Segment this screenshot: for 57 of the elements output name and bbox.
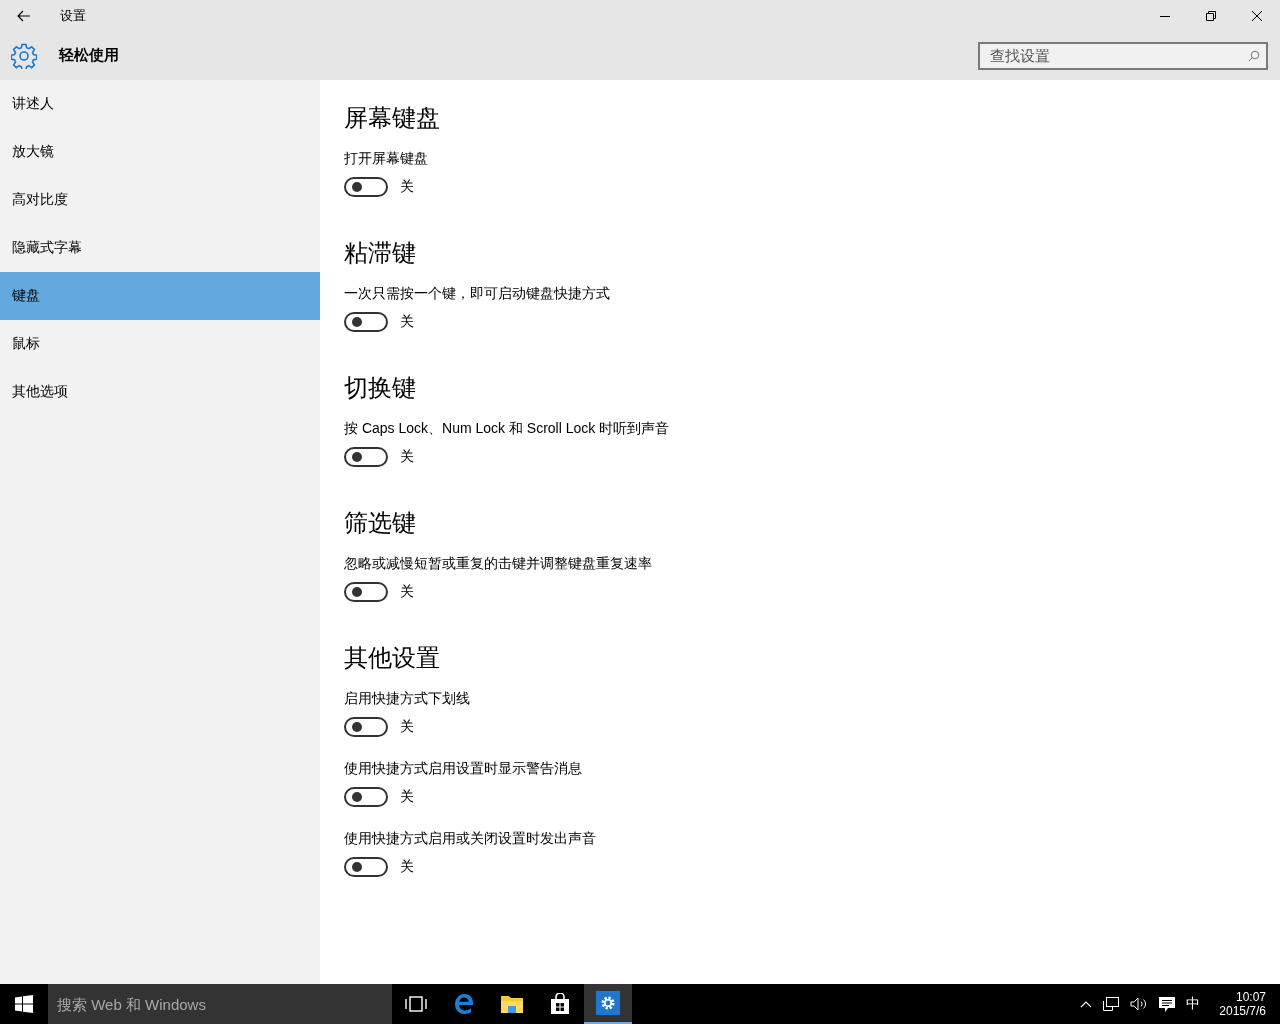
- task-view-icon: [405, 996, 427, 1012]
- settings-icon: [11, 42, 37, 69]
- setting-label: 使用快捷方式启用或关闭设置时发出声音: [344, 829, 597, 848]
- search-icon: [1248, 49, 1260, 62]
- folder-icon: [500, 994, 524, 1014]
- section-heading: 粘滞键: [344, 238, 417, 268]
- input-method-indicator[interactable]: 中: [1186, 995, 1201, 1013]
- toggle-switch[interactable]: [344, 312, 388, 332]
- sidebar-item[interactable]: 隐藏式字幕: [0, 224, 320, 272]
- sidebar-item[interactable]: 其他选项: [0, 368, 320, 416]
- toggle-switch[interactable]: [344, 717, 388, 737]
- settings-app-button[interactable]: [584, 984, 632, 1024]
- toggle-switch[interactable]: [344, 582, 388, 602]
- notification-icon[interactable]: [1159, 996, 1176, 1012]
- toggle-state: 关: [400, 583, 414, 601]
- toggle-switch[interactable]: [344, 787, 388, 807]
- network-icon[interactable]: [1103, 997, 1120, 1011]
- back-arrow-icon: [17, 9, 31, 22]
- section-heading: 其他设置: [344, 643, 441, 673]
- section-heading: 屏幕键盘: [344, 103, 441, 133]
- setting-label: 使用快捷方式启用设置时显示警告消息: [344, 759, 583, 778]
- toggle-state: 关: [400, 313, 414, 331]
- toggle-switch[interactable]: [344, 447, 388, 467]
- sidebar-item[interactable]: 键盘: [0, 272, 320, 320]
- toggle-state: 关: [400, 788, 414, 806]
- toggle-switch[interactable]: [344, 177, 388, 197]
- toggle-state: 关: [400, 718, 414, 736]
- gear-icon: [596, 991, 620, 1015]
- clock-date[interactable]: 2015/7/6: [1219, 1004, 1266, 1018]
- section-heading: 筛选键: [344, 508, 417, 538]
- page-title: 轻松使用: [59, 46, 119, 65]
- setting-label: 打开屏幕键盘: [344, 149, 429, 168]
- speaker-icon[interactable]: [1130, 997, 1149, 1011]
- windows-logo-icon: [15, 995, 33, 1013]
- clock-time[interactable]: 10:07: [1235, 990, 1266, 1004]
- toggle-state: 关: [400, 178, 414, 196]
- close-icon: [1252, 10, 1262, 21]
- sidebar-item[interactable]: 鼠标: [0, 320, 320, 368]
- window-title: 设置: [60, 6, 86, 25]
- search-box[interactable]: 查找设置: [978, 41, 1268, 70]
- setting-label: 按 Caps Lock、Num Lock 和 Scroll Lock 时听到声音: [344, 419, 671, 438]
- browser-e-icon: [453, 993, 475, 1015]
- restore-icon: [1206, 10, 1216, 21]
- toggle-switch[interactable]: [344, 857, 388, 877]
- section-heading: 切换键: [344, 373, 417, 403]
- setting-label: 忽略或减慢短暂或重复的击键并调整键盘重复速率: [344, 554, 653, 573]
- sidebar-item[interactable]: 高对比度: [0, 176, 320, 224]
- sidebar-item[interactable]: 放大镜: [0, 128, 320, 176]
- shopping-bag-icon: [550, 993, 570, 1015]
- setting-label: 启用快捷方式下划线: [344, 689, 471, 708]
- toggle-state: 关: [400, 858, 414, 876]
- search-field[interactable]: 查找设置: [990, 47, 1248, 64]
- taskbar-search-field[interactable]: 搜索 Web 和 Windows: [48, 984, 392, 1024]
- toggle-state: 关: [400, 448, 414, 466]
- sidebar-item[interactable]: 讲述人: [0, 80, 320, 128]
- setting-label: 一次只需按一个键，即可启动键盘快捷方式: [344, 284, 611, 303]
- chevron-up-icon[interactable]: [1080, 1000, 1093, 1008]
